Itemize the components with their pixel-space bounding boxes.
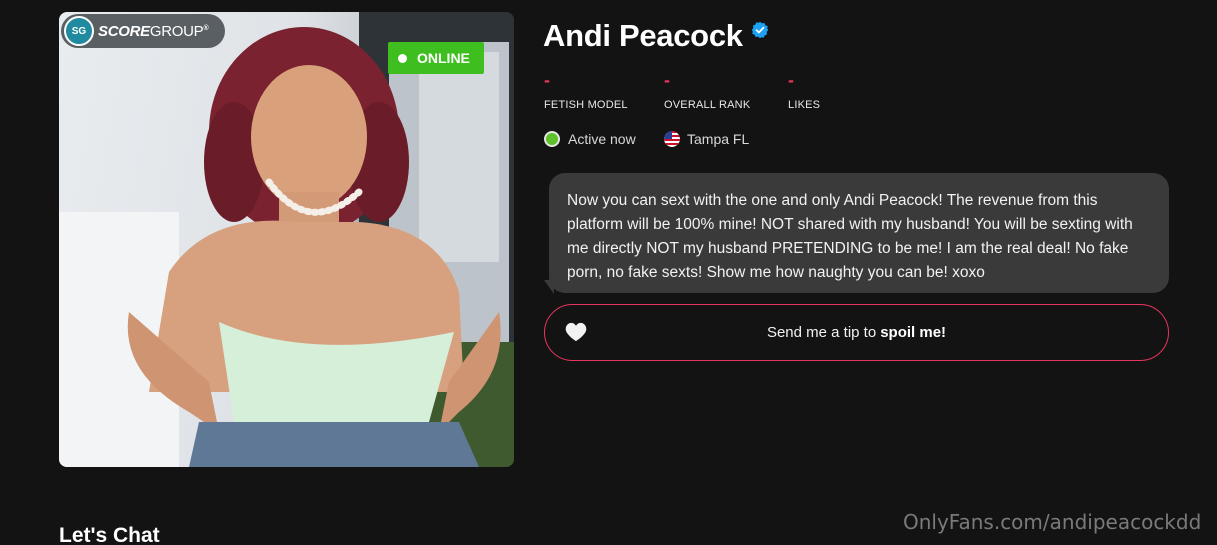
location-label: Tampa FL [687, 131, 750, 147]
bio-bubble: Now you can sext with the one and only A… [549, 173, 1169, 293]
stat-fetish-model: - FETISH MODEL [544, 70, 628, 111]
stat-value: - [544, 70, 550, 90]
online-badge-label: ONLINE [417, 50, 470, 66]
location: Tampa FL [664, 131, 749, 147]
us-flag-icon [664, 131, 680, 147]
stat-value: - [788, 70, 794, 90]
profile-header: Andi Peacock [543, 18, 769, 54]
stat-likes: - LIKES [788, 70, 821, 111]
send-tip-label: Send me a tip to [766, 324, 877, 341]
verified-check-icon [751, 21, 768, 39]
stat-label: FETISH MODEL [544, 99, 628, 111]
profile-photo[interactable]: SG SCOREGROUP® ONLINE [59, 12, 514, 467]
lets-chat-heading: Let's Chat [59, 524, 160, 545]
active-status: Active now [544, 131, 636, 147]
scoregroup-logo-text: SCOREGROUP® [98, 22, 209, 40]
stat-label: LIKES [788, 99, 821, 111]
send-tip-button[interactable]: Send me a tip to spoil me! [544, 304, 1169, 361]
active-dot-icon [544, 131, 560, 147]
stat-label: OVERALL RANK [664, 99, 751, 111]
scoregroup-logo-icon: SG [64, 16, 94, 46]
stat-overall-rank: - OVERALL RANK [664, 70, 751, 111]
scoregroup-logo: SG SCOREGROUP® [61, 14, 225, 48]
stat-value: - [664, 70, 670, 90]
online-badge: ONLINE [388, 42, 484, 74]
heart-icon [565, 322, 587, 342]
active-status-label: Active now [568, 131, 636, 147]
profile-name: Andi Peacock [543, 18, 743, 53]
online-dot-icon [398, 53, 407, 63]
send-tip-label-bold: spoil me! [880, 324, 947, 341]
onlyfans-watermark: OnlyFans.com/andipeacockdd [903, 510, 1202, 534]
profile-photo-figure [59, 12, 514, 467]
